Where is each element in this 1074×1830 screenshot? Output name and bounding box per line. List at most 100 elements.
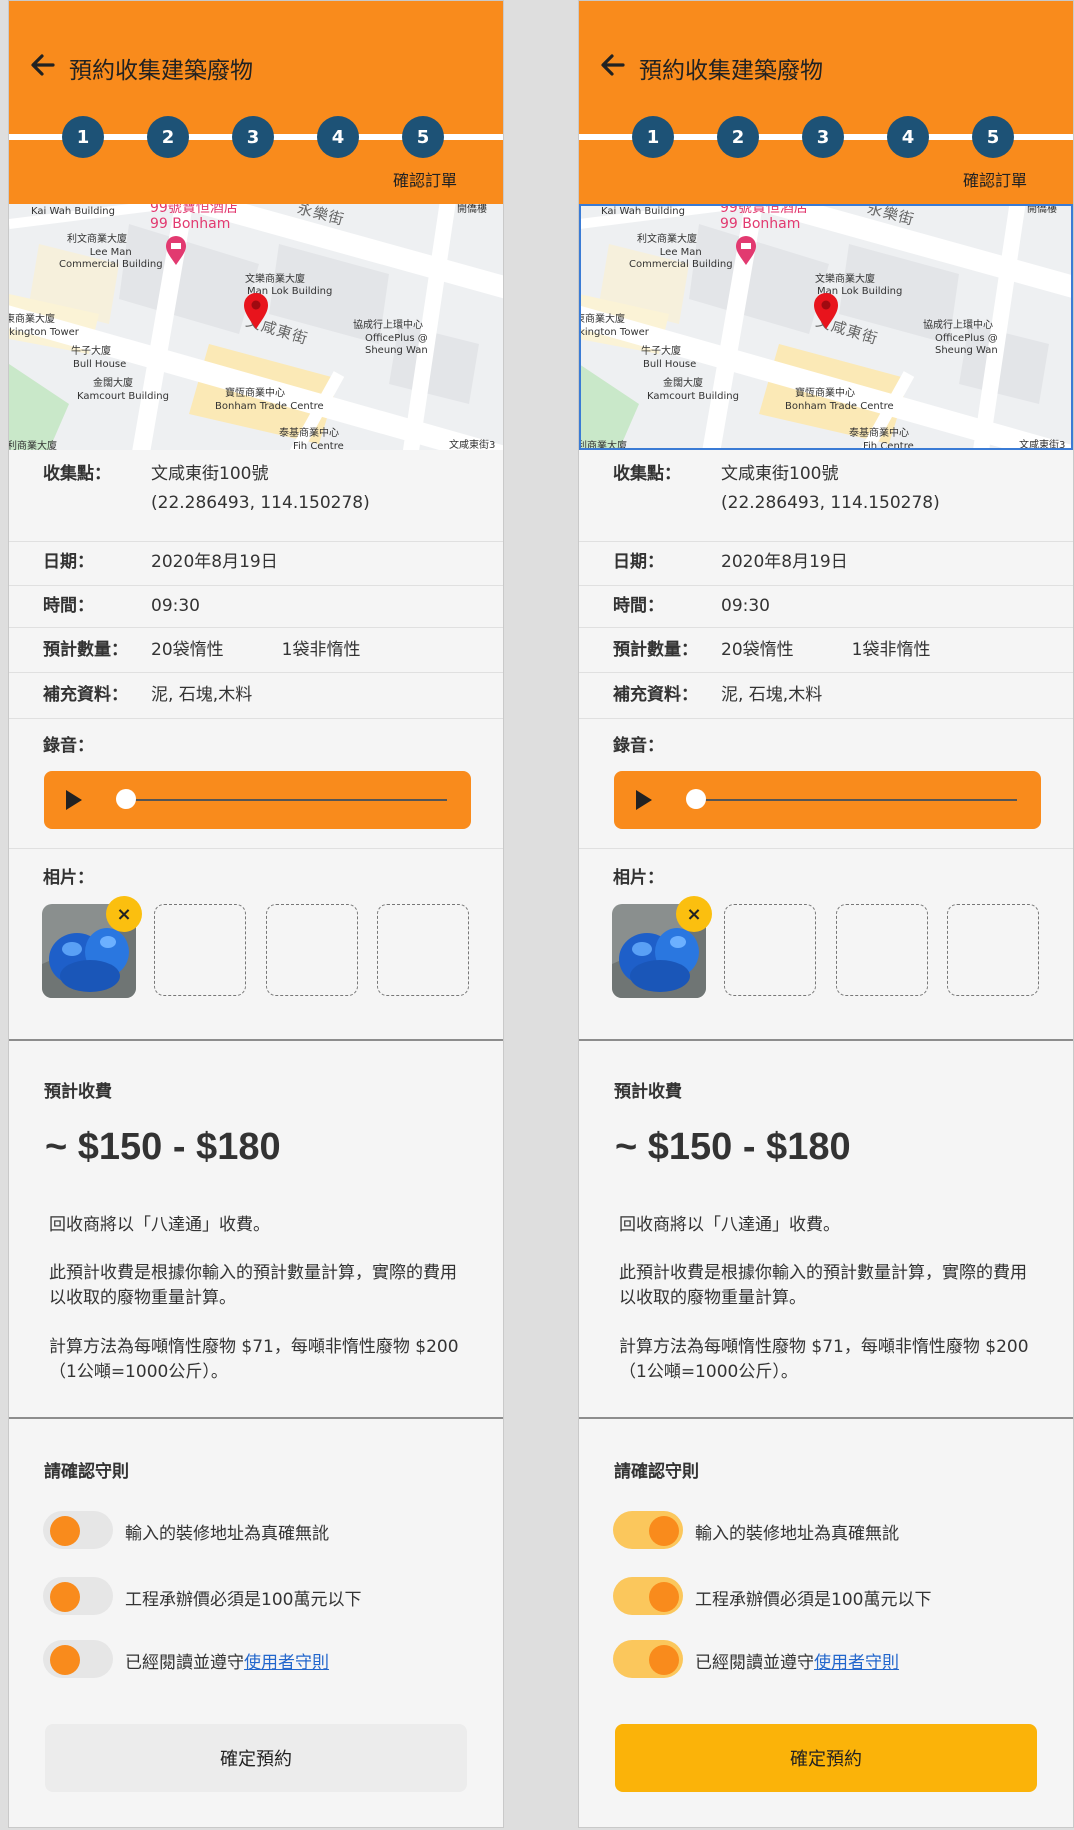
rule-text-1: 輸入的裝修地址為真確無訛 (695, 1524, 899, 1544)
map-label-harkington-en: rkington Tower (579, 327, 649, 338)
rule-toggle-2[interactable] (613, 1577, 683, 1615)
photo-slot-4[interactable] (377, 904, 469, 996)
user-rules-link[interactable]: 使用者守則 (244, 1653, 329, 1673)
time-value: 09:30 (151, 596, 200, 616)
map-label-hotel-cn: 99號寶恒酒店 (720, 204, 808, 216)
step-4: 4 (887, 116, 929, 158)
rule-text-3: 已經閱讀並遵守使用者守則 (695, 1648, 899, 1673)
map-label-lee-man-cn: 利文商業大廈 (67, 234, 127, 245)
confirm-booking-button[interactable]: 確定預約 (45, 1724, 467, 1792)
rule-toggle-2[interactable] (43, 1577, 113, 1615)
date-label: 日期： (613, 552, 664, 572)
map-label-harkington-cn: 東商業大廈 (9, 314, 55, 325)
map-label-kamcourt-cn: 金闊大廈 (93, 378, 133, 389)
audio-scrubber[interactable] (116, 789, 136, 809)
map-label-tai-fat-en: Fih Centre (293, 441, 344, 450)
user-rules-link[interactable]: 使用者守則 (814, 1653, 899, 1673)
extra-value: 泥, 石塊,木料 (721, 685, 823, 705)
info-row-quantity: 預計數量： 20袋惰性 1袋非惰性 (9, 628, 503, 673)
rule-toggle-3[interactable] (43, 1640, 113, 1678)
step-3: 3 (802, 116, 844, 158)
rule-text-1: 輸入的裝修地址為真確無訛 (125, 1524, 329, 1544)
play-icon[interactable] (66, 790, 82, 810)
recording-label: 錄音： (43, 736, 94, 756)
fee-octopus-note: 回收商將以「八達通」收費。 (49, 1215, 270, 1235)
photo-slot-3[interactable] (836, 904, 928, 996)
map-label-bonham-cn: 寶恆商業中心 (225, 388, 285, 399)
remove-photo-button[interactable]: × (106, 896, 142, 932)
rule-toggle-1[interactable] (613, 1511, 683, 1549)
info-row-extra: 補充資料： 泥, 石塊,木料 (9, 673, 503, 719)
quantity-label: 預計數量： (43, 640, 128, 660)
audio-track[interactable] (696, 799, 1017, 801)
audio-track[interactable] (126, 799, 447, 801)
toggle-knob (50, 1582, 80, 1612)
map-label-man-lok-cn: 文樂商業大廈 (815, 274, 875, 285)
map-label-man-lok-cn: 文樂商業大廈 (245, 274, 305, 285)
fee-calc-note: 計算方法為每噸惰性廢物 $71，每噸非惰性廢物 $200（1公噸=1000公斤）… (619, 1337, 1029, 1382)
step-1: 1 (62, 116, 104, 158)
info-row-extra: 補充資料： 泥, 石塊,木料 (579, 673, 1073, 719)
map-label-bonham-cn: 寶恆商業中心 (795, 388, 855, 399)
quantity-non-inert: 1袋非惰性 (851, 640, 931, 660)
photo-slot-4[interactable] (947, 904, 1039, 996)
photo-slot-2[interactable] (724, 904, 816, 996)
map-label-hoi-kung: 開僑樓 (457, 204, 487, 215)
photos-label: 相片： (43, 868, 94, 888)
info-row-date: 日期： 2020年8月19日 (579, 542, 1073, 586)
fee-divider-top (9, 1039, 503, 1041)
audio-player (44, 771, 471, 829)
info-row-time: 時間： 09:30 (579, 586, 1073, 628)
info-row-date: 日期： 2020年8月19日 (9, 542, 503, 586)
fee-divider-bottom (9, 1417, 503, 1419)
location-value: 文咸東街100號 (721, 464, 839, 484)
screen-before: 預約收集建築廢物 1 2 3 4 5 確認訂單 Kai Wah Building… (8, 0, 504, 1828)
map-label-tai-fat-en: Fih Centre (863, 441, 914, 450)
date-label: 日期： (43, 552, 94, 572)
map-label-kai-wah: Kai Wah Building (31, 206, 115, 217)
extra-value: 泥, 石塊,木料 (151, 685, 253, 705)
map-label-bull-en: Bull House (73, 359, 127, 370)
map-view[interactable]: Kai Wah Building 99號寶恒酒店 99 Bonham 永樂街 開… (579, 204, 1073, 450)
back-arrow-icon[interactable] (597, 49, 629, 81)
rules-title: 請確認守則 (44, 1462, 129, 1482)
photo-slot-2[interactable] (154, 904, 246, 996)
play-icon[interactable] (636, 790, 652, 810)
step-4: 4 (317, 116, 359, 158)
map-label-lee-man-en: Lee Man Commercial Building (59, 247, 163, 270)
map-label-lee-man-cn: 利文商業大廈 (637, 234, 697, 245)
hotel-pin-icon (166, 236, 186, 265)
fee-title: 預計收費 (614, 1082, 682, 1102)
toggle-knob (649, 1645, 679, 1675)
map-label-harkington-cn: 東商業大廈 (579, 314, 625, 325)
photo-slot-3[interactable] (266, 904, 358, 996)
rule-toggle-3[interactable] (613, 1640, 683, 1678)
fee-estimate-note: 此預計收費是根據你輸入的預計數量計算，實際的費用以收取的廢物重量計算。 (49, 1263, 457, 1308)
map-label-hip-shing-en: OfficePlus @ Sheung Wan (365, 333, 428, 356)
location-label: 收集點： (43, 464, 111, 484)
location-coords: (22.286493, 114.150278) (151, 493, 370, 513)
remove-photo-button[interactable]: × (676, 896, 712, 932)
extra-label: 補充資料： (43, 685, 128, 705)
map-view[interactable]: Kai Wah Building 99號寶恒酒店 99 Bonham 永樂街 開… (9, 204, 503, 450)
hotel-pin-icon (736, 236, 756, 265)
fee-title: 預計收費 (44, 1082, 112, 1102)
fee-calc-note: 計算方法為每噸惰性廢物 $71，每噸非惰性廢物 $200（1公噸=1000公斤）… (49, 1337, 459, 1382)
step-3: 3 (232, 116, 274, 158)
app-header: 預約收集建築廢物 1 2 3 4 5 確認訂單 (9, 1, 503, 204)
rule-toggle-1[interactable] (43, 1511, 113, 1549)
fee-amount: ~ $150 - $180 (615, 1126, 851, 1168)
quantity-inert: 20袋惰性 (151, 640, 224, 660)
rules-title: 請確認守則 (614, 1462, 699, 1482)
toggle-knob (50, 1645, 80, 1675)
toggle-knob (649, 1516, 679, 1546)
rule-text-2: 工程承辦價必須是100萬元以下 (695, 1590, 932, 1610)
audio-scrubber[interactable] (686, 789, 706, 809)
back-arrow-icon[interactable] (27, 49, 59, 81)
screen-after: 預約收集建築廢物 1 2 3 4 5 確認訂單 Kai Wah Building… (578, 0, 1074, 1828)
rule-text-3: 已經閱讀並遵守使用者守則 (125, 1648, 329, 1673)
location-coords: (22.286493, 114.150278) (721, 493, 940, 513)
fee-divider-top (579, 1039, 1073, 1041)
confirm-booking-button[interactable]: 確定預約 (615, 1724, 1037, 1792)
date-value: 2020年8月19日 (151, 552, 278, 572)
